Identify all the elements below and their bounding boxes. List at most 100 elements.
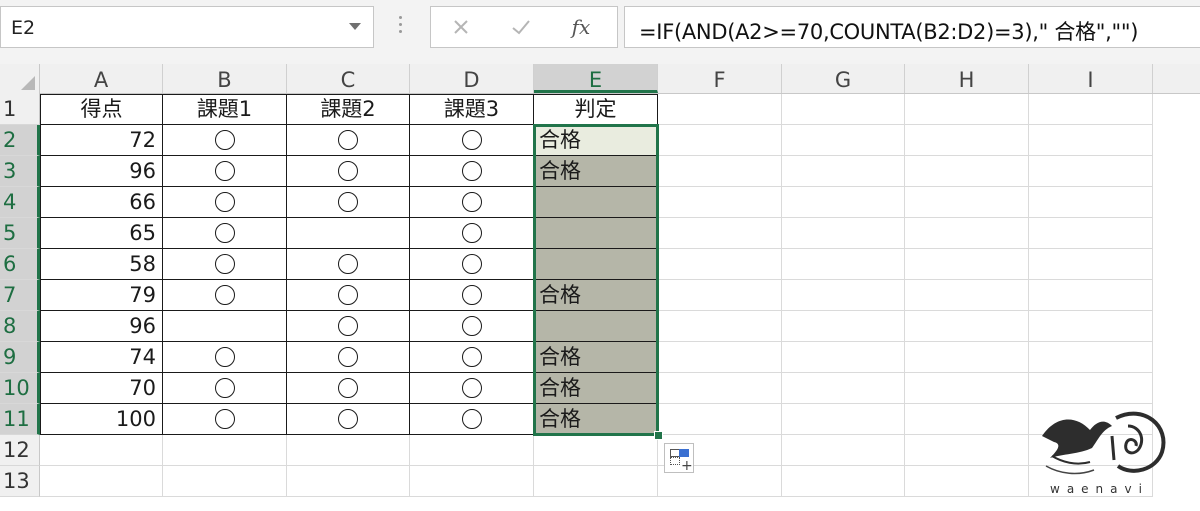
cell-d3[interactable] [410, 156, 534, 187]
row-header-3[interactable]: 3 [0, 156, 40, 187]
cell-e11[interactable]: 合格 [534, 404, 658, 435]
cell-f3[interactable] [658, 156, 782, 187]
cell-f8[interactable] [658, 311, 782, 342]
cell-c12[interactable] [287, 435, 410, 466]
cell-d8[interactable] [410, 311, 534, 342]
cell-g5[interactable] [782, 218, 905, 249]
cell-e6[interactable] [534, 249, 658, 280]
cell-c5[interactable] [287, 218, 410, 249]
column-header-g[interactable]: G [782, 64, 905, 93]
insert-function-button[interactable]: fx [551, 7, 611, 47]
cell-e4[interactable] [534, 187, 658, 218]
cell-h7[interactable] [905, 280, 1029, 311]
column-header-h[interactable]: H [905, 64, 1029, 93]
cell-c11[interactable] [287, 404, 410, 435]
cell-g3[interactable] [782, 156, 905, 187]
cell-i2[interactable] [1029, 125, 1153, 156]
cell-g1[interactable] [782, 94, 905, 125]
row-header-9[interactable]: 9 [0, 342, 40, 373]
cell-a11[interactable]: 100 [40, 404, 163, 435]
enter-button[interactable] [491, 7, 551, 47]
cell-i1[interactable] [1029, 94, 1153, 125]
cell-d7[interactable] [410, 280, 534, 311]
cell-f5[interactable] [658, 218, 782, 249]
row-header-5[interactable]: 5 [0, 218, 40, 249]
cell-a7[interactable]: 79 [40, 280, 163, 311]
cell-i4[interactable] [1029, 187, 1153, 218]
cancel-button[interactable] [431, 7, 491, 47]
cell-d2[interactable] [410, 125, 534, 156]
cell-b1[interactable]: 課題1 [163, 94, 287, 125]
cell-a1[interactable]: 得点 [40, 94, 163, 125]
cell-g7[interactable] [782, 280, 905, 311]
cell-d6[interactable] [410, 249, 534, 280]
select-all-button[interactable] [0, 64, 40, 94]
cell-e13[interactable] [534, 466, 658, 497]
cell-b5[interactable] [163, 218, 287, 249]
cell-f1[interactable] [658, 94, 782, 125]
column-header-b[interactable]: B [163, 64, 287, 93]
cell-a8[interactable]: 96 [40, 311, 163, 342]
cell-c7[interactable] [287, 280, 410, 311]
cell-d13[interactable] [410, 466, 534, 497]
row-header-8[interactable]: 8 [0, 311, 40, 342]
cell-c1[interactable]: 課題2 [287, 94, 410, 125]
column-header-d[interactable]: D [410, 64, 534, 93]
cell-g8[interactable] [782, 311, 905, 342]
column-header-e[interactable]: E [534, 64, 658, 93]
cell-f4[interactable] [658, 187, 782, 218]
cell-c3[interactable] [287, 156, 410, 187]
cell-a4[interactable]: 66 [40, 187, 163, 218]
cell-g13[interactable] [782, 466, 905, 497]
cell-a3[interactable]: 96 [40, 156, 163, 187]
cell-e5[interactable] [534, 218, 658, 249]
cell-g11[interactable] [782, 404, 905, 435]
row-header-4[interactable]: 4 [0, 187, 40, 218]
cell-i9[interactable] [1029, 342, 1153, 373]
cell-h1[interactable] [905, 94, 1029, 125]
formula-input[interactable]: =IF(AND(A2>=70,COUNTA(B2:D2)=3)," 合格",""… [624, 6, 1200, 48]
cell-b11[interactable] [163, 404, 287, 435]
cell-b10[interactable] [163, 373, 287, 404]
cell-f11[interactable] [658, 404, 782, 435]
cell-h5[interactable] [905, 218, 1029, 249]
cell-i5[interactable] [1029, 218, 1153, 249]
cell-d10[interactable] [410, 373, 534, 404]
cell-c10[interactable] [287, 373, 410, 404]
cell-b12[interactable] [163, 435, 287, 466]
row-header-13[interactable]: 13 [0, 466, 40, 497]
row-header-2[interactable]: 2 [0, 125, 40, 156]
cell-d9[interactable] [410, 342, 534, 373]
row-header-12[interactable]: 12 [0, 435, 40, 466]
cell-c13[interactable] [287, 466, 410, 497]
cell-a13[interactable] [40, 466, 163, 497]
row-header-10[interactable]: 10 [0, 373, 40, 404]
cell-b6[interactable] [163, 249, 287, 280]
cell-f10[interactable] [658, 373, 782, 404]
row-header-6[interactable]: 6 [0, 249, 40, 280]
cell-a12[interactable] [40, 435, 163, 466]
cell-d12[interactable] [410, 435, 534, 466]
cell-g12[interactable] [782, 435, 905, 466]
cell-c4[interactable] [287, 187, 410, 218]
cell-i3[interactable] [1029, 156, 1153, 187]
cell-i8[interactable] [1029, 311, 1153, 342]
cell-a9[interactable]: 74 [40, 342, 163, 373]
cell-h12[interactable] [905, 435, 1029, 466]
cell-d1[interactable]: 課題3 [410, 94, 534, 125]
quick-analysis-button[interactable]: + [664, 443, 694, 473]
cell-f2[interactable] [658, 125, 782, 156]
cell-i6[interactable] [1029, 249, 1153, 280]
cell-h2[interactable] [905, 125, 1029, 156]
cell-c6[interactable] [287, 249, 410, 280]
column-header-f[interactable]: F [658, 64, 782, 93]
cell-b4[interactable] [163, 187, 287, 218]
cell-h6[interactable] [905, 249, 1029, 280]
cell-b9[interactable] [163, 342, 287, 373]
cell-e3[interactable]: 合格 [534, 156, 658, 187]
cell-a6[interactable]: 58 [40, 249, 163, 280]
cell-g4[interactable] [782, 187, 905, 218]
cell-b2[interactable] [163, 125, 287, 156]
cell-c9[interactable] [287, 342, 410, 373]
name-box[interactable]: E2 [0, 6, 374, 48]
